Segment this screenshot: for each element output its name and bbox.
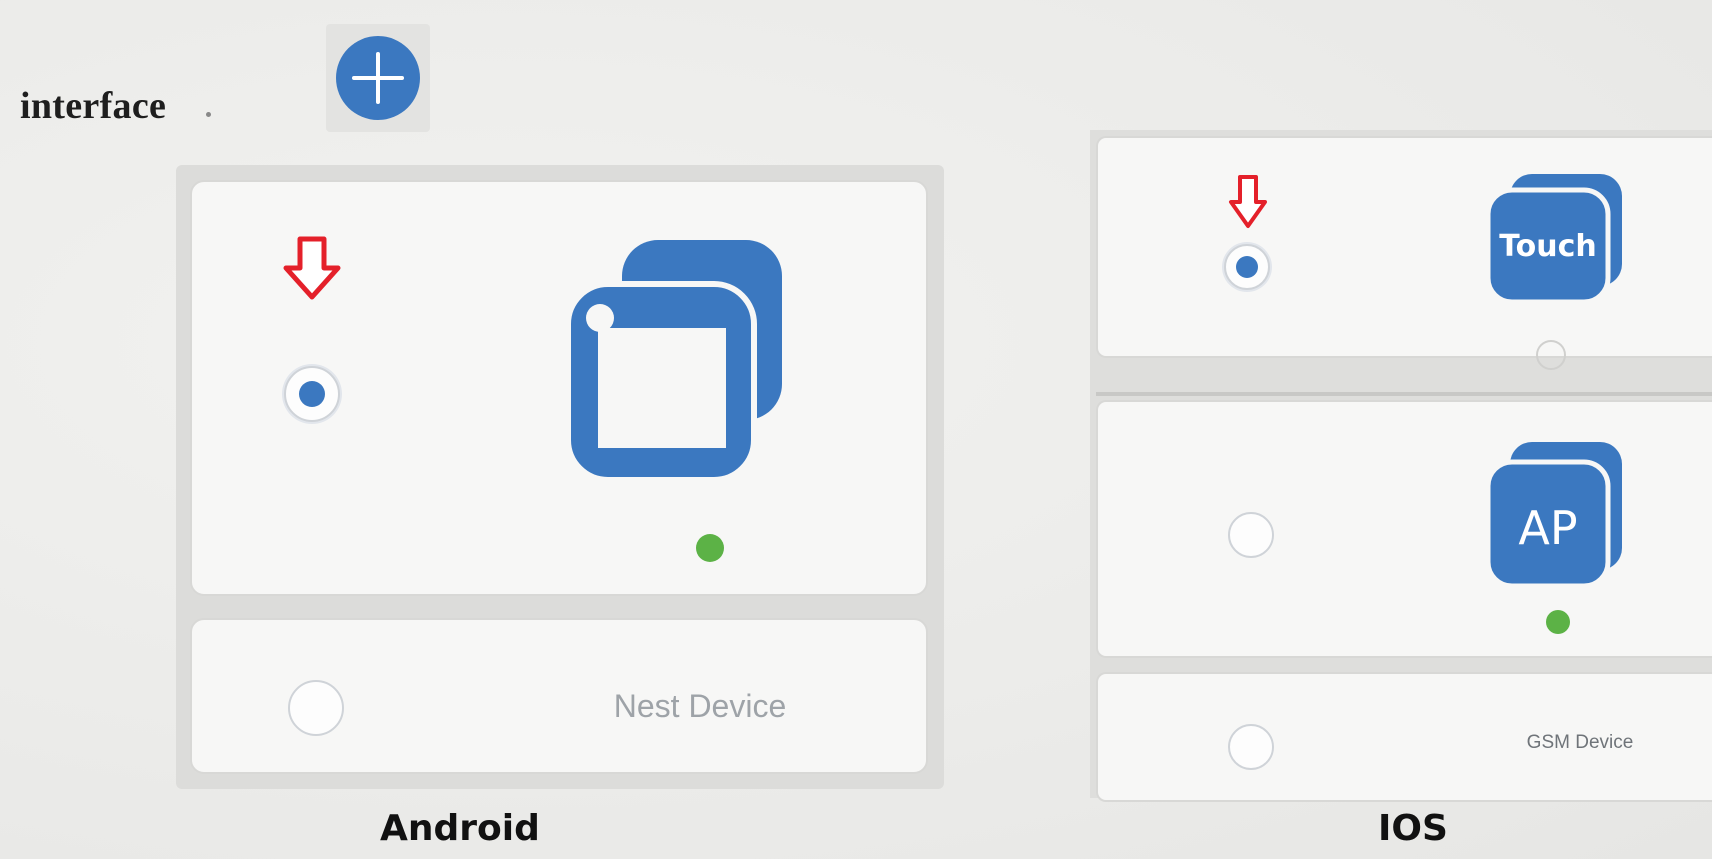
ap-icon: AP [1488, 442, 1622, 589]
gsm-device-label: GSM Device [1526, 732, 1634, 753]
ap-icon-text: AP [1518, 501, 1577, 555]
down-arrow-icon [1229, 175, 1267, 228]
android-platform-label: Android [380, 808, 540, 849]
android-nest-device-radio[interactable] [288, 680, 344, 736]
intro-text: interface [20, 85, 167, 127]
add-button[interactable] [326, 24, 430, 132]
intro-period [206, 112, 211, 117]
divider [1096, 392, 1712, 396]
wifi-device-icon [568, 240, 782, 483]
nest-device-label: Nest Device [613, 688, 787, 724]
ios-platform-label: IOS [1378, 808, 1448, 849]
touch-icon: Touch [1488, 174, 1622, 304]
plus-circle-icon [336, 36, 420, 120]
ios-gsm-device-radio[interactable] [1228, 724, 1274, 770]
ghost-radio [1536, 340, 1566, 370]
android-status-dot [696, 534, 724, 562]
android-wifi-device-radio[interactable] [284, 366, 340, 422]
ios-ap-radio[interactable] [1228, 512, 1274, 558]
ios-touch-radio[interactable] [1224, 244, 1270, 290]
touch-icon-text: Touch [1499, 229, 1597, 264]
ios-status-dot [1546, 610, 1570, 634]
down-arrow-icon [283, 236, 341, 300]
